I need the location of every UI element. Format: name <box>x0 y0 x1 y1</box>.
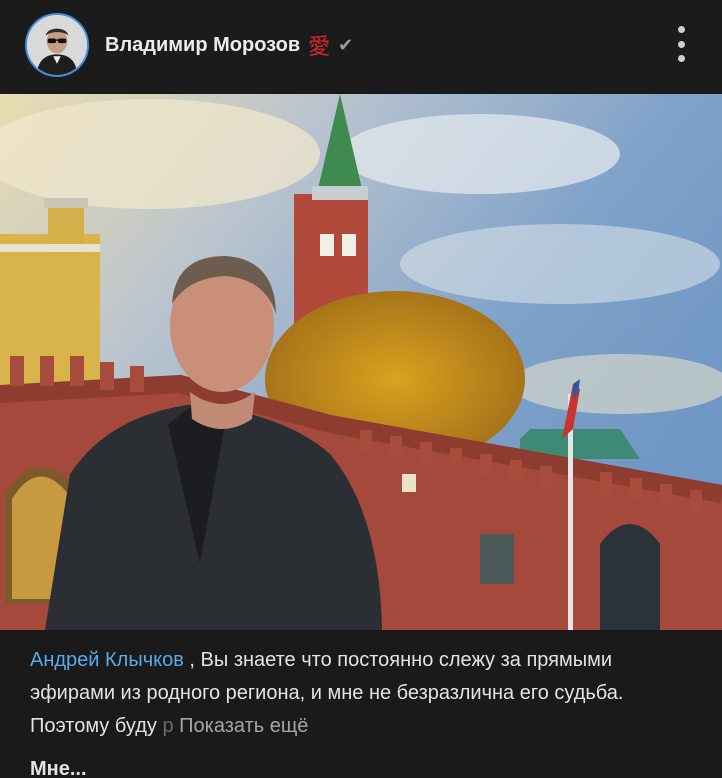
avatar-image <box>27 15 87 75</box>
photo-image <box>0 94 722 630</box>
post-photo[interactable] <box>0 94 722 630</box>
next-post-title: Мне... <box>30 758 87 778</box>
author-emoji: 愛 <box>308 35 331 60</box>
post-header: Владимир Морозов 愛 ✔ <box>0 0 722 92</box>
caption-mention-link[interactable]: Андрей Клычков <box>30 649 184 671</box>
post-caption: Андрей Клычков , Вы знаете что постоянно… <box>30 644 700 743</box>
author-avatar[interactable] <box>25 13 89 77</box>
check-icon: ✔ <box>338 34 354 55</box>
author-row: Владимир Морозов 愛 ✔ <box>105 30 354 61</box>
more-vertical-icon[interactable] <box>674 26 688 62</box>
author-name[interactable]: Владимир Морозов <box>105 34 300 57</box>
show-more-link[interactable]: Показать ещё <box>179 715 308 737</box>
caption-faded-text: р <box>162 715 174 737</box>
